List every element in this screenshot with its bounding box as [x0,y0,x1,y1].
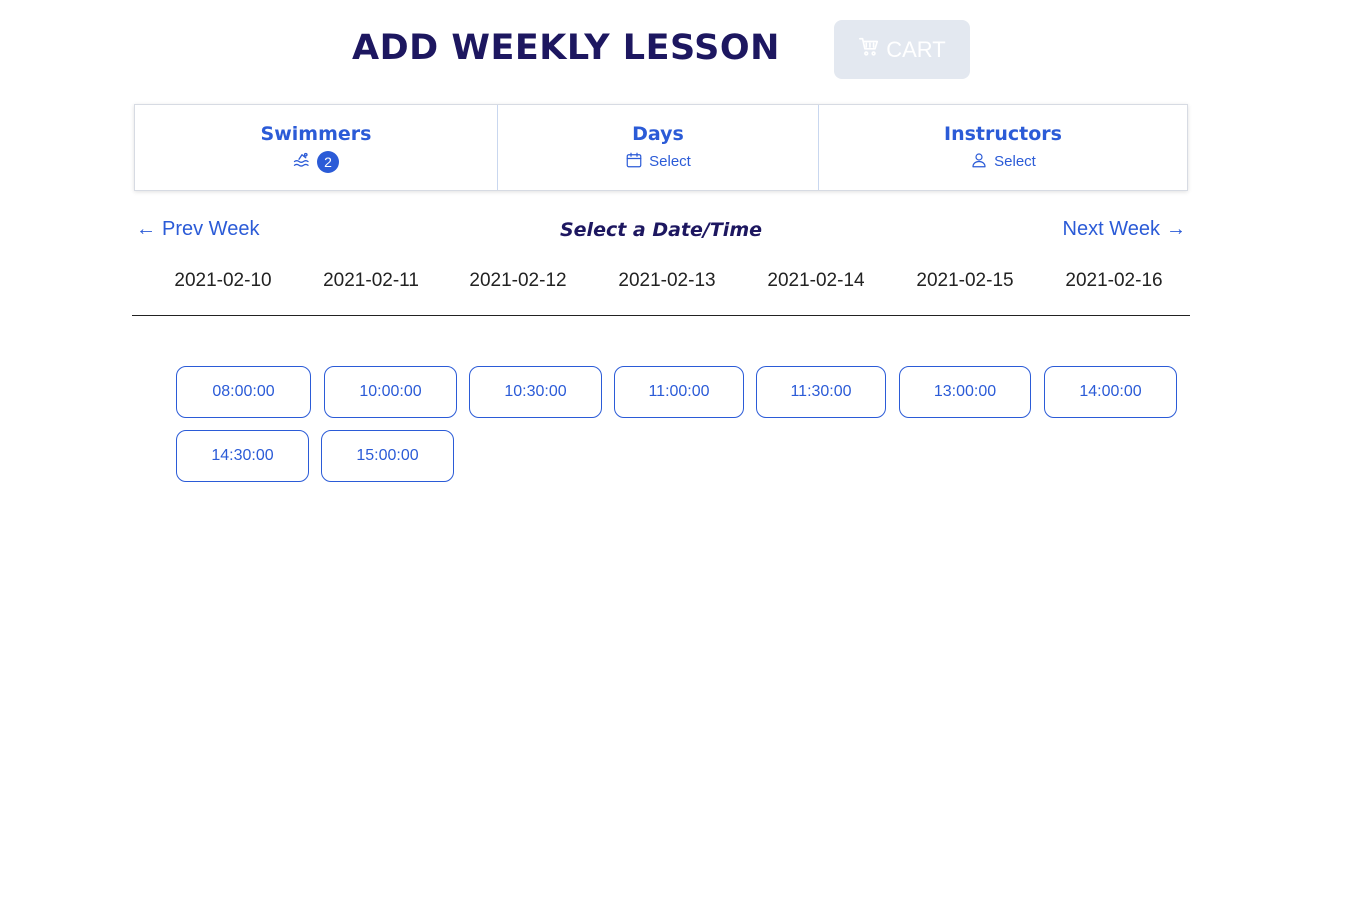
swimmers-count-badge: 2 [317,150,339,173]
week-navigation: ← Prev Week Select a Date/Time Next Week… [134,216,1188,248]
time-slot-button[interactable]: 11:30:00 [756,366,886,418]
date-tab[interactable]: 2021-02-12 [469,270,566,292]
days-filter-title: Days [632,122,684,145]
time-slot-button[interactable]: 10:30:00 [469,366,602,418]
next-week-link[interactable]: Next Week → [1063,218,1186,241]
days-filter-value: Select [649,153,691,170]
instructors-filter-value: Select [994,153,1036,170]
date-tab[interactable]: 2021-02-10 [174,270,271,292]
swimmers-filter-title: Swimmers [260,122,372,145]
days-filter[interactable]: Days Select [498,105,819,190]
time-slot-button[interactable]: 14:30:00 [176,430,309,482]
filter-bar: Swimmers 2 Days Select Instructors Selec… [134,104,1188,191]
person-icon [970,151,988,173]
week-heading: Select a Date/Time [559,219,763,241]
date-tab[interactable]: 2021-02-14 [767,270,864,292]
date-tab[interactable]: 2021-02-13 [618,270,715,292]
time-slot-button[interactable]: 10:00:00 [324,366,457,418]
instructors-filter[interactable]: Instructors Select [819,105,1187,190]
time-slot-button[interactable]: 08:00:00 [176,366,311,418]
date-tabs: 2021-02-10 2021-02-11 2021-02-12 2021-02… [132,266,1190,316]
cart-icon [858,36,880,64]
time-slot-button[interactable]: 13:00:00 [899,366,1031,418]
date-tab[interactable]: 2021-02-16 [1065,270,1162,292]
cart-label: CART [886,36,946,62]
page-title: ADD WEEKLY LESSON [352,28,780,68]
date-tab[interactable]: 2021-02-15 [916,270,1013,292]
page-header: ADD WEEKLY LESSON CART [0,20,1360,80]
date-tab[interactable]: 2021-02-11 [323,270,419,292]
calendar-icon [625,151,643,173]
time-slot-button[interactable]: 11:00:00 [614,366,744,418]
time-slot-button[interactable]: 15:00:00 [321,430,454,482]
next-week-label: Next Week [1062,218,1160,240]
arrow-right-icon: → [1166,218,1186,240]
cart-button[interactable]: CART [834,20,970,79]
swimming-icon [293,151,311,173]
swimmers-filter[interactable]: Swimmers 2 [135,105,498,190]
time-slot-button[interactable]: 14:00:00 [1044,366,1177,418]
instructors-filter-title: Instructors [944,122,1062,145]
